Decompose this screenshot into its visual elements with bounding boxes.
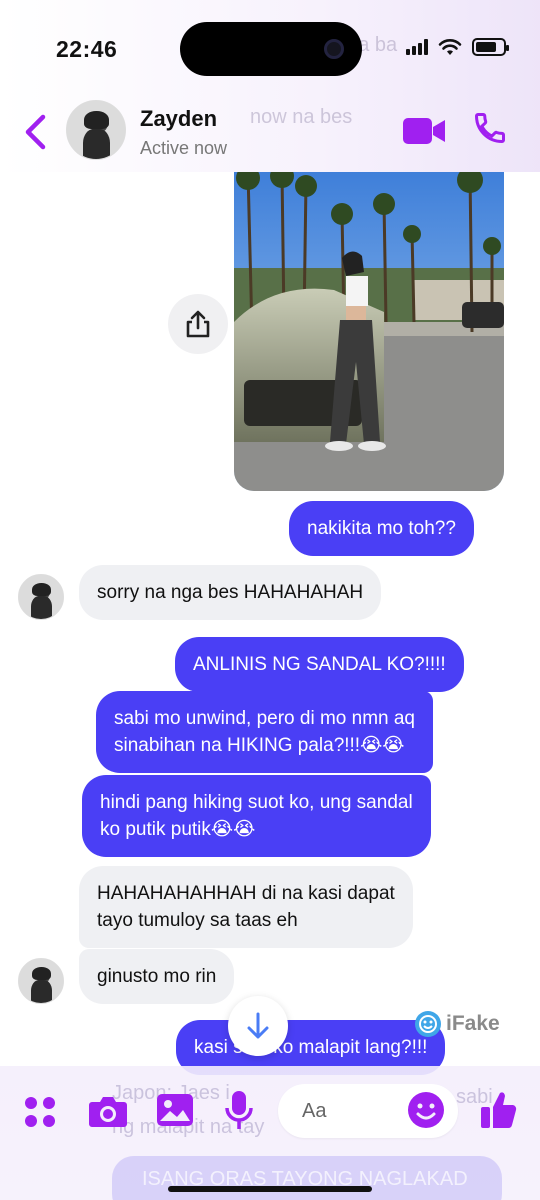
message-text-line: HAHAHAHAHHAH di na kasi dapat bbox=[97, 883, 395, 904]
more-actions-button[interactable] bbox=[20, 1092, 60, 1132]
message-bubble-incoming[interactable]: sorry na nga bes HAHAHAHAH bbox=[79, 565, 382, 620]
message-text: nakikita mo toh?? bbox=[307, 518, 456, 539]
message-text: sorry na nga bes HAHAHAHAH bbox=[97, 582, 364, 603]
audio-call-button[interactable] bbox=[472, 110, 508, 146]
smiley-icon bbox=[408, 1092, 444, 1128]
watermark: iFake bbox=[414, 1010, 500, 1038]
microphone-icon bbox=[225, 1091, 253, 1129]
message-bubble-outgoing[interactable]: ANLINIS NG SANDAL KO?!!!! bbox=[175, 637, 464, 692]
status-bar: 22:46 bbox=[0, 0, 540, 96]
message-bubble-outgoing[interactable]: nakikita mo toh?? bbox=[289, 501, 474, 556]
message-text-line: sinabihan na HIKING pala?!!!😭😭 bbox=[114, 735, 405, 756]
contact-status: Active now bbox=[140, 138, 228, 158]
phone-icon bbox=[474, 113, 505, 144]
smiley-badge-icon bbox=[415, 1011, 441, 1037]
message-text: ginusto mo rin bbox=[97, 966, 217, 987]
background-ghost-text: now na bes bbox=[250, 106, 353, 128]
wifi-icon bbox=[438, 39, 462, 55]
four-dots-icon bbox=[25, 1097, 55, 1127]
share-icon bbox=[186, 310, 210, 338]
chevron-left-icon bbox=[25, 114, 46, 150]
voice-message-button[interactable] bbox=[222, 1088, 256, 1132]
message-bubble-outgoing[interactable]: hindi pang hiking suot ko, ung sandal ko… bbox=[82, 775, 431, 857]
message-bubble-incoming[interactable]: HAHAHAHAHHAH di na kasi dapat tayo tumul… bbox=[79, 866, 413, 948]
cellular-signal-icon bbox=[406, 39, 428, 55]
battery-level bbox=[476, 42, 496, 52]
video-camera-icon bbox=[403, 118, 445, 144]
shared-photo[interactable] bbox=[234, 172, 504, 491]
contact-avatar[interactable] bbox=[66, 100, 126, 160]
dynamic-island bbox=[180, 22, 362, 76]
status-time: 22:46 bbox=[56, 36, 118, 62]
message-text-line: sabi mo unwind, pero di mo nmn aq bbox=[114, 708, 415, 729]
emoji-button[interactable] bbox=[406, 1090, 446, 1130]
scroll-to-bottom-button[interactable] bbox=[228, 996, 288, 1056]
camera-button[interactable] bbox=[86, 1090, 130, 1132]
home-indicator bbox=[168, 1186, 372, 1192]
thumbs-up-icon bbox=[481, 1092, 517, 1129]
battery-icon bbox=[472, 38, 509, 56]
contact-name[interactable]: Zayden bbox=[140, 106, 217, 132]
gallery-button[interactable] bbox=[154, 1090, 196, 1130]
message-avatar[interactable] bbox=[18, 574, 64, 620]
message-text-line: ko putik putik😭😭 bbox=[100, 819, 256, 840]
message-avatar[interactable] bbox=[18, 958, 64, 1004]
share-button[interactable] bbox=[168, 294, 228, 354]
message-bubble-incoming[interactable]: ginusto mo rin bbox=[79, 949, 235, 1004]
message-bubble-outgoing[interactable]: sabi mo unwind, pero di mo nmn aq sinabi… bbox=[96, 691, 433, 773]
arrow-down-icon bbox=[247, 1012, 269, 1039]
camera-icon bbox=[89, 1097, 127, 1127]
front-camera bbox=[324, 39, 344, 59]
image-icon bbox=[157, 1094, 193, 1126]
status-icons bbox=[406, 38, 509, 56]
message-text: kasi sabi ko malapit lang?!!! bbox=[194, 1037, 428, 1058]
video-call-button[interactable] bbox=[402, 116, 446, 146]
message-text-line: tayo tumuloy sa taas eh bbox=[97, 910, 298, 931]
like-button[interactable] bbox=[478, 1088, 520, 1132]
message-text-line: hindi pang hiking suot ko, ung sandal bbox=[100, 792, 413, 813]
message-text: ANLINIS NG SANDAL KO?!!!! bbox=[193, 654, 446, 675]
watermark-text: iFake bbox=[446, 1012, 500, 1035]
back-button[interactable] bbox=[20, 114, 50, 150]
